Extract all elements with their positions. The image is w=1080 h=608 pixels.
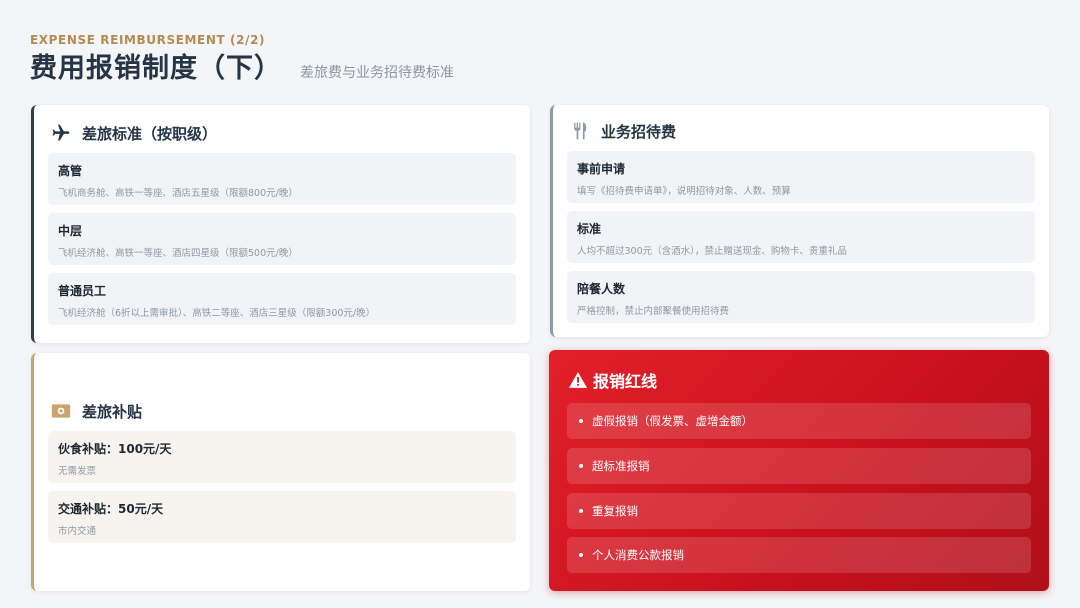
item-title: 中层 — [58, 224, 83, 238]
page-title: 费用报销制度（下） — [30, 53, 282, 84]
red-lines-title: 报销红线 — [593, 372, 658, 391]
item-title: 伙食补贴：100元/天 — [58, 442, 172, 456]
red-line-text: 超标准报销 — [592, 459, 650, 473]
money-icon — [50, 400, 72, 422]
red-line-text: 重复报销 — [592, 504, 638, 518]
item-desc: 严格控制，禁止内部聚餐使用招待费 — [577, 306, 730, 317]
item-title: 事前申请 — [577, 162, 626, 176]
list-item: 超标准报销 — [567, 448, 1031, 484]
red-line-text: 个人消费公款报销 — [592, 548, 684, 562]
bullet-icon — [579, 509, 583, 513]
list-item: 标准 人均不超过300元（含酒水），禁止赠送现金、购物卡、贵重礼品 — [567, 211, 1035, 263]
bullet-icon — [579, 419, 583, 423]
item-desc: 无需发票 — [58, 466, 97, 477]
bullet-icon — [579, 464, 583, 468]
red-lines-card: 报销红线 虚假报销（假发票、虚增金额） 超标准报销 重复报销 个人消费公款报销 — [549, 350, 1049, 591]
item-desc: 飞机经济舱、高铁一等座、酒店四星级（限额500元/晚） — [58, 248, 298, 259]
item-title: 陪餐人数 — [577, 282, 626, 296]
entertainment-header: 业务招待费 — [569, 120, 676, 142]
slide: EXPENSE REIMBURSEMENT (2/2) 费用报销制度（下） 差旅… — [0, 0, 1080, 608]
list-item: 高管 飞机商务舱、高铁一等座、酒店五星级（限额800元/晚） — [48, 153, 516, 205]
eyebrow-label: EXPENSE REIMBURSEMENT (2/2) — [30, 33, 266, 47]
item-desc: 飞机商务舱、高铁一等座、酒店五星级（限额800元/晚） — [58, 188, 298, 199]
bullet-icon — [579, 553, 583, 557]
red-lines-header: 报销红线 — [569, 368, 657, 392]
entertainment-card: 业务招待费 事前申请 填写《招待费申请单》，说明招待对象、人数、预算 标准 人均… — [550, 105, 1049, 337]
list-item: 中层 飞机经济舱、高铁一等座、酒店四星级（限额500元/晚） — [48, 213, 516, 265]
list-item: 虚假报销（假发票、虚增金额） — [567, 403, 1031, 439]
list-item: 伙食补贴：100元/天 无需发票 — [48, 431, 516, 483]
item-title: 高管 — [58, 164, 83, 178]
airplane-icon — [50, 122, 72, 144]
item-desc: 人均不超过300元（含酒水），禁止赠送现金、购物卡、贵重礼品 — [577, 246, 847, 257]
list-item: 事前申请 填写《招待费申请单》，说明招待对象、人数、预算 — [567, 151, 1035, 203]
allowance-title: 差旅补贴 — [82, 402, 143, 421]
item-title: 标准 — [577, 222, 602, 236]
item-desc: 市内交通 — [58, 526, 97, 537]
entertainment-title: 业务招待费 — [601, 122, 677, 141]
item-title: 交通补贴：50元/天 — [58, 502, 164, 516]
list-item: 交通补贴：50元/天 市内交通 — [48, 491, 516, 543]
allowance-card: 差旅补贴 伙食补贴：100元/天 无需发票 交通补贴：50元/天 市内交通 — [31, 353, 530, 591]
travel-standard-header: 差旅标准（按职级） — [50, 122, 217, 144]
list-item: 个人消费公款报销 — [567, 537, 1031, 573]
item-desc: 飞机经济舱（6折以上需审批）、高铁二等座、酒店三星级（限额300元/晚） — [58, 308, 376, 319]
travel-standard-title: 差旅标准（按职级） — [82, 124, 218, 143]
red-line-text: 虚假报销（假发票、虚增金额） — [592, 414, 753, 428]
item-title: 普通员工 — [58, 284, 107, 298]
title-row: 费用报销制度（下） 差旅费与业务招待费标准 — [30, 46, 454, 85]
list-item: 重复报销 — [567, 493, 1031, 529]
list-item: 陪餐人数 严格控制，禁止内部聚餐使用招待费 — [567, 271, 1035, 323]
travel-standard-card: 差旅标准（按职级） 高管 飞机商务舱、高铁一等座、酒店五星级（限额800元/晚）… — [31, 105, 530, 343]
allowance-header: 差旅补贴 — [50, 400, 142, 422]
warning-icon — [569, 372, 587, 388]
item-desc: 填写《招待费申请单》，说明招待对象、人数、预算 — [577, 186, 791, 197]
list-item: 普通员工 飞机经济舱（6折以上需审批）、高铁二等座、酒店三星级（限额300元/晚… — [48, 273, 516, 325]
utensils-icon — [569, 120, 591, 142]
page-subtitle: 差旅费与业务招待费标准 — [300, 65, 454, 81]
